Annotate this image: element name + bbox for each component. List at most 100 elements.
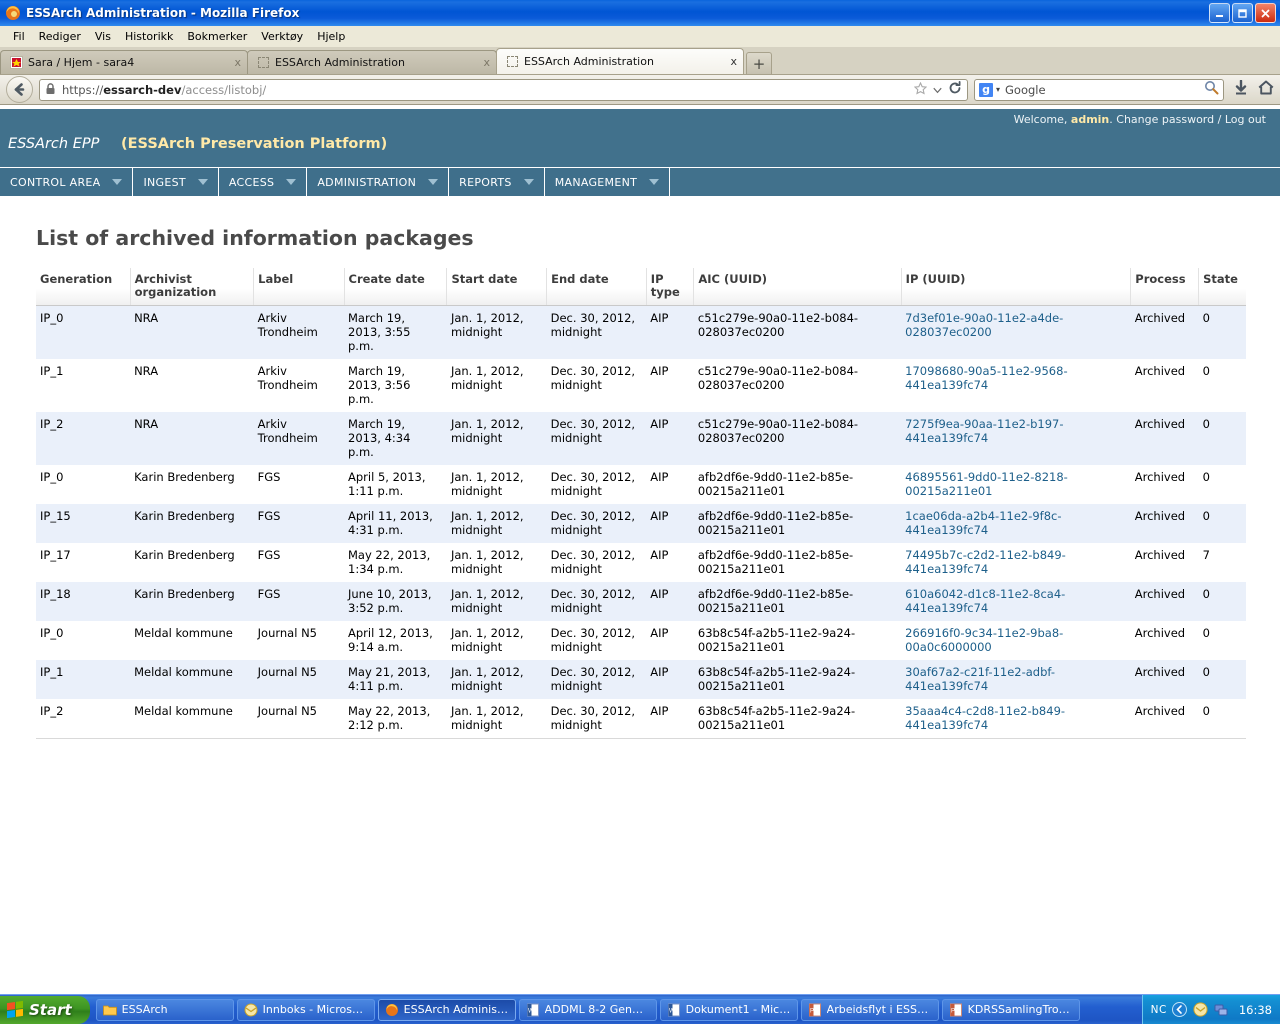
taskbar-item-innboks[interactable]: Innboks - Microsoft...	[236, 998, 375, 1021]
ip-uuid-link[interactable]: 17098680-90a5-11e2-9568-441ea139fc74	[905, 364, 1067, 392]
browser-tab-2[interactable]: ESSArch Administration x	[247, 50, 497, 74]
url-input[interactable]: https://essarch-dev/access/listobj/	[39, 78, 968, 101]
taskbar-item-arbeidsflyt[interactable]: P Arbeidsflyt i ESSAr...	[800, 998, 939, 1021]
cell-ip-uuid: 266916f0-9c34-11e2-9ba8-00a0c6000000	[901, 621, 1131, 660]
column-header-process[interactable]: Process	[1130, 268, 1200, 306]
taskbar-item-dokument1[interactable]: W Dokument1 - Micro...	[659, 998, 798, 1021]
ip-uuid-link[interactable]: 35aaa4c4-c2d8-11e2-b849-441ea139fc74	[905, 704, 1065, 732]
ip-uuid-link[interactable]: 266916f0-9c34-11e2-9ba8-00a0c6000000	[905, 626, 1063, 654]
cell-ip-type: AIP	[650, 417, 669, 431]
menu-item-historikk[interactable]: Historikk	[118, 28, 180, 45]
taskbar-item-essarch[interactable]: ESSArch	[95, 998, 234, 1021]
table-row[interactable]: IP_2 Meldal kommune Journal N5 May 22, 2…	[36, 699, 1246, 739]
cell-create-date: March 19, 2013, 3:55 p.m.	[348, 311, 411, 353]
chevron-down-icon	[286, 179, 297, 185]
taskbar-item-label: Dokument1 - Micro...	[685, 1003, 791, 1016]
menu-item-verktoy[interactable]: Verktøy	[254, 28, 310, 45]
maximize-button[interactable]	[1232, 3, 1253, 23]
back-button[interactable]	[6, 76, 33, 103]
logout-link[interactable]: Log out	[1225, 113, 1266, 126]
table-row[interactable]: IP_15 Karin Bredenberg FGS April 11, 201…	[36, 504, 1246, 543]
magnifier-icon[interactable]	[1204, 80, 1219, 99]
cell-create-date: May 22, 2013, 1:34 p.m.	[348, 548, 431, 576]
nav-item-management[interactable]: MANAGEMENT	[544, 168, 671, 196]
table-row[interactable]: IP_0 NRA Arkiv Trondheim March 19, 2013,…	[36, 305, 1246, 360]
table-row[interactable]: IP_2 NRA Arkiv Trondheim March 19, 2013,…	[36, 412, 1246, 465]
menu-item-vis[interactable]: Vis	[88, 28, 118, 45]
taskbar-item-kdrssamling[interactable]: P KDRSSamlingTrond...	[941, 998, 1080, 1021]
browser-tab-3-close-icon[interactable]: x	[730, 55, 737, 68]
column-header-archivist-organization[interactable]: Archivist organization	[130, 268, 255, 306]
ip-uuid-link[interactable]: 74495b7c-c2d2-11e2-b849-441ea139fc74	[905, 548, 1066, 576]
search-engine-chevron-icon[interactable]: ▾	[996, 85, 1000, 94]
back-arrow-icon[interactable]	[1172, 1002, 1188, 1018]
taskbar-item-essarch-administration[interactable]: ESSArch Administra...	[377, 998, 516, 1021]
ip-uuid-link[interactable]: 46895561-9dd0-11e2-8218-00215a211e01	[905, 470, 1068, 498]
column-header-create-date[interactable]: Create date	[344, 268, 448, 306]
menu-item-bokmerker[interactable]: Bokmerker	[180, 28, 254, 45]
nav-item-ingest[interactable]: INGEST	[133, 168, 219, 196]
taskbar-item-addml[interactable]: W ADDML 8-2 Generel...	[518, 998, 657, 1021]
table-row[interactable]: IP_17 Karin Bredenberg FGS May 22, 2013,…	[36, 543, 1246, 582]
url-text: https://essarch-dev/access/listobj/	[62, 83, 266, 97]
site-brand: ESSArch EPP	[8, 136, 100, 152]
cell-start-date: Jan. 1, 2012, midnight	[450, 665, 524, 693]
change-password-link[interactable]: Change password	[1116, 113, 1214, 126]
nav-item-administration[interactable]: ADMINISTRATION	[307, 168, 450, 196]
network-icon[interactable]	[1214, 1002, 1230, 1018]
ip-uuid-link[interactable]: 610a6042-d1c8-11e2-8ca4-441ea139fc74	[905, 587, 1065, 615]
cell-aic-uuid: c51c279e-90a0-11e2-b084-028037ec0200	[697, 364, 859, 392]
nav-item-access[interactable]: ACCESS	[218, 168, 308, 196]
table-row[interactable]: IP_1 NRA Arkiv Trondheim March 19, 2013,…	[36, 359, 1246, 412]
browser-tab-1[interactable]: Sara / Hjem - sara4 x	[0, 50, 248, 74]
ip-uuid-link[interactable]: 7275f9ea-90aa-11e2-b197-441ea139fc74	[905, 417, 1063, 445]
column-header-state[interactable]: State	[1198, 268, 1246, 306]
start-button[interactable]: Start	[0, 995, 90, 1024]
language-indicator[interactable]: NC	[1151, 1004, 1167, 1016]
shield-icon[interactable]	[1193, 1002, 1209, 1018]
download-arrow-icon[interactable]	[1234, 79, 1248, 99]
home-icon[interactable]	[1258, 80, 1274, 99]
column-header-aic-uuid[interactable]: AIC (UUID)	[693, 268, 902, 306]
cell-state: 0	[1202, 665, 1210, 679]
menu-item-rediger[interactable]: Rediger	[32, 28, 88, 45]
cell-ip-uuid: 7d3ef01e-90a0-11e2-a4de-028037ec0200	[901, 306, 1131, 360]
site-brand-subtitle: (ESSArch Preservation Platform)	[121, 136, 388, 152]
browser-tab-2-close-icon[interactable]: x	[483, 56, 490, 69]
taskbar-item-label: Arbeidsflyt i ESSAr...	[826, 1003, 932, 1016]
taskbar-items: ESSArch Innboks - Microsoft... ESSArch A…	[95, 998, 1142, 1021]
chevron-down-icon	[523, 179, 534, 185]
search-input[interactable]: g ▾ Google	[974, 78, 1224, 101]
chevron-down-icon[interactable]	[933, 83, 942, 97]
new-tab-button[interactable]: +	[746, 52, 772, 74]
cell-ip-type: AIP	[650, 587, 669, 601]
cell-organization: NRA	[134, 417, 159, 431]
cell-aic-uuid: afb2df6e-9dd0-11e2-b85e-00215a211e01	[697, 509, 854, 537]
column-header-label[interactable]: Label	[253, 268, 345, 306]
nav-item-reports[interactable]: REPORTS	[449, 168, 545, 196]
table-row[interactable]: IP_0 Karin Bredenberg FGS April 5, 2013,…	[36, 465, 1246, 504]
clock[interactable]: 16:38	[1239, 1003, 1272, 1017]
powerpoint-icon: P	[808, 1003, 822, 1017]
menu-item-hjelp[interactable]: Hjelp	[310, 28, 352, 45]
column-header-generation[interactable]: Generation	[36, 268, 131, 306]
column-header-ip-type[interactable]: IP type	[646, 268, 695, 306]
nav-item-control-area[interactable]: CONTROL AREA	[0, 168, 134, 196]
ip-uuid-link[interactable]: 30af67a2-c21f-11e2-adbf-441ea139fc74	[905, 665, 1055, 693]
minimize-button[interactable]	[1209, 3, 1230, 23]
ip-uuid-link[interactable]: 7d3ef01e-90a0-11e2-a4de-028037ec0200	[905, 311, 1063, 339]
column-header-ip-uuid[interactable]: IP (UUID)	[901, 268, 1132, 306]
reload-icon[interactable]	[948, 81, 962, 98]
close-button[interactable]	[1255, 3, 1276, 23]
table-row[interactable]: IP_0 Meldal kommune Journal N5 April 12,…	[36, 621, 1246, 660]
cell-ip-type: AIP	[646, 699, 694, 739]
browser-tab-3[interactable]: ESSArch Administration x	[496, 48, 744, 74]
browser-tab-1-close-icon[interactable]: x	[234, 56, 241, 69]
table-row[interactable]: IP_18 Karin Bredenberg FGS June 10, 2013…	[36, 582, 1246, 621]
table-row[interactable]: IP_1 Meldal kommune Journal N5 May 21, 2…	[36, 660, 1246, 699]
ip-uuid-link[interactable]: 1cae06da-a2b4-11e2-9f8c-441ea139fc74	[905, 509, 1061, 537]
column-header-end-date[interactable]: End date	[546, 268, 647, 306]
menu-item-fil[interactable]: Fil	[6, 28, 32, 45]
column-header-start-date[interactable]: Start date	[446, 268, 548, 306]
star-icon[interactable]	[913, 81, 928, 98]
